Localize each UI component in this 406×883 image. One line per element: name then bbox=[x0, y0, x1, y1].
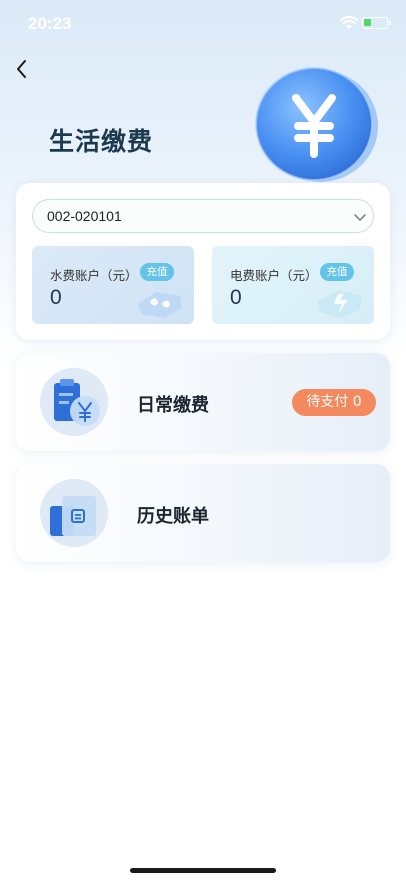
home-indicator bbox=[130, 868, 276, 873]
history-icon bbox=[40, 479, 108, 547]
page-title: 生活缴费 bbox=[49, 127, 154, 156]
status-bar: 20:23 bbox=[0, 0, 406, 48]
back-icon[interactable] bbox=[12, 56, 34, 82]
power-balance-amount: 0 bbox=[230, 286, 242, 309]
water-balance-label: 水费账户（元） bbox=[50, 268, 138, 283]
water-recharge-button[interactable]: 充值 bbox=[140, 263, 174, 281]
account-select-value: 002-020101 bbox=[47, 208, 122, 224]
power-balance-tile[interactable]: 电费账户（元） 充值 0 bbox=[212, 246, 374, 324]
chevron-down-icon bbox=[354, 214, 366, 221]
water-drop-icon bbox=[138, 292, 182, 318]
lightning-icon bbox=[318, 290, 362, 318]
power-recharge-button[interactable]: 充值 bbox=[320, 263, 354, 281]
account-card: 002-020101 水费账户（元） 充值 0 电费账户（元） 充值 0 bbox=[16, 183, 390, 340]
bill-icon bbox=[40, 368, 108, 436]
pending-badge[interactable]: 待支付 0 bbox=[292, 389, 376, 416]
history-bill-card[interactable]: 历史账单 bbox=[16, 464, 390, 562]
water-balance-tile[interactable]: 水费账户（元） 充值 0 bbox=[32, 246, 194, 324]
power-balance-label: 电费账户（元） bbox=[230, 268, 318, 283]
account-select[interactable]: 002-020101 bbox=[32, 199, 374, 233]
history-bill-label: 历史账单 bbox=[137, 506, 209, 527]
wifi-icon bbox=[340, 16, 358, 29]
battery-icon bbox=[362, 17, 391, 29]
water-balance-amount: 0 bbox=[50, 286, 62, 309]
coin-icon bbox=[255, 67, 378, 182]
status-time: 20:23 bbox=[28, 14, 72, 33]
daily-payment-card[interactable]: 日常缴费 待支付 0 bbox=[16, 353, 390, 451]
daily-payment-label: 日常缴费 bbox=[137, 395, 209, 416]
